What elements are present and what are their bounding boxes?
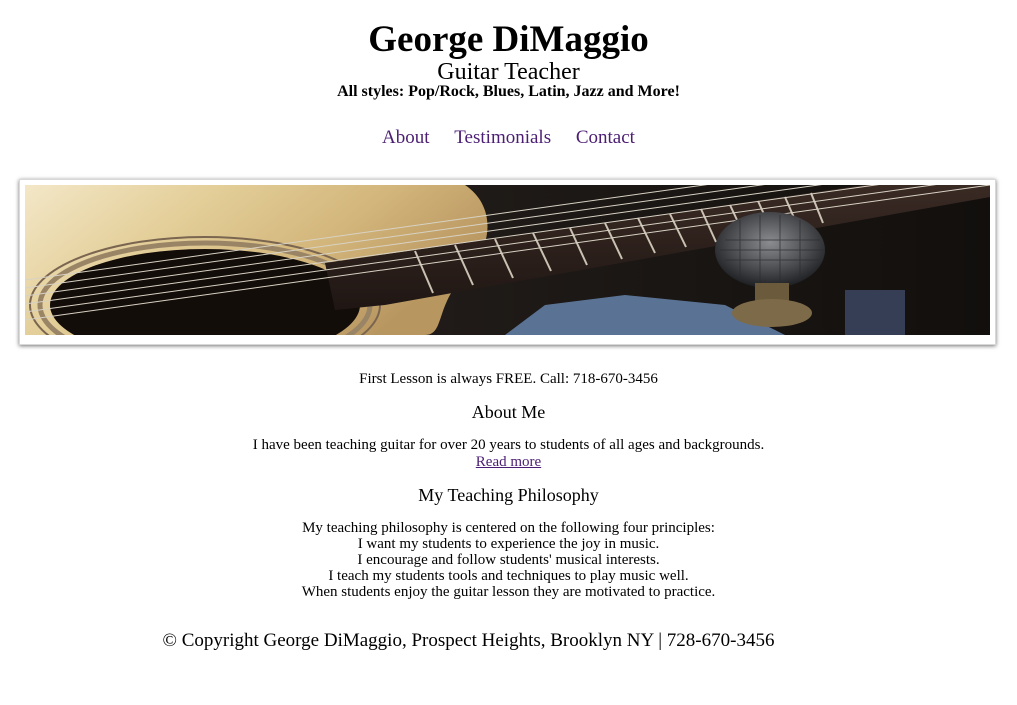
nav-link-about[interactable]: About <box>382 127 430 148</box>
free-lesson-promo: First Lesson is always FREE. Call: 718-6… <box>359 371 658 387</box>
main-nav: About Testimonials Contact <box>0 126 1017 150</box>
guitar-banner-image <box>25 185 990 335</box>
about-text: I have been teaching guitar for over 20 … <box>252 437 765 453</box>
philosophy-line: My teaching philosophy is centered on th… <box>302 520 715 536</box>
footer-copyright: © Copyright George DiMaggio, Prospect He… <box>162 630 775 651</box>
philosophy-line: I encourage and follow students' musical… <box>357 552 660 568</box>
nav-link-testimonials[interactable]: Testimonials <box>454 127 551 148</box>
site-title: George DiMaggio <box>368 19 649 60</box>
about-heading: About Me <box>471 402 546 422</box>
read-more-link[interactable]: Read more <box>476 454 541 470</box>
nav-link-contact[interactable]: Contact <box>576 127 635 148</box>
philosophy-line: I want my students to experience the joy… <box>357 536 660 552</box>
read-more-row: Read more <box>0 454 1017 471</box>
page: George DiMaggio Guitar Teacher All style… <box>0 0 1017 705</box>
site-tagline: All styles: Pop/Rock, Blues, Latin, Jazz… <box>337 83 680 100</box>
philosophy-list: My teaching philosophy is centered on th… <box>0 520 1017 600</box>
philosophy-heading: My Teaching Philosophy <box>418 485 599 505</box>
philosophy-line: When students enjoy the guitar lesson th… <box>301 584 716 600</box>
banner-image-frame <box>19 179 996 345</box>
philosophy-line: I teach my students tools and techniques… <box>328 568 689 584</box>
